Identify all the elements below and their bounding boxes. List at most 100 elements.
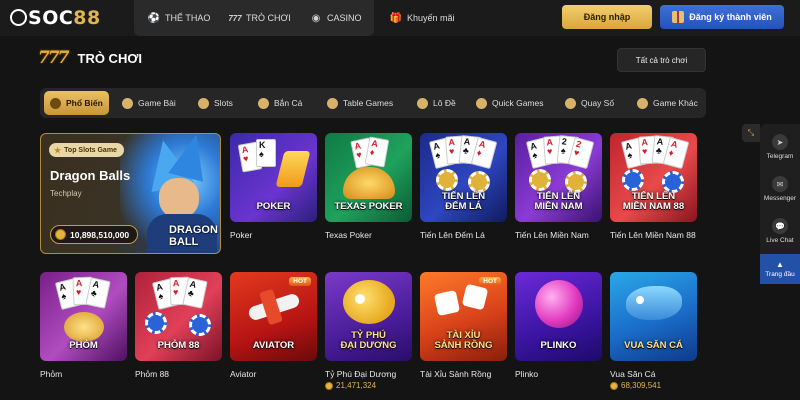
game-jackpot-value: 68,309,541 (621, 381, 662, 390)
nav-games[interactable]: 777 TRÒ CHƠI (228, 0, 291, 36)
game-tile-tien-len-mien-nam[interactable]: A ♠ A ♥ 2 ♠ 2 ♥ TIẾN LÊN MIỀN NAM Tiến Lên M… (515, 133, 602, 240)
register-button-label: Đăng ký thành viên (689, 12, 772, 22)
tab-label: Slots (214, 98, 233, 108)
game-thumbnail: HOT TÀI XỈU SẢNH RỒNG (420, 272, 507, 361)
coin-icon (325, 381, 333, 390)
telegram-icon: ➤ (772, 134, 788, 150)
slot-machine-icon (198, 97, 209, 109)
tab-label: Lô Đề (433, 98, 456, 108)
login-button[interactable]: Đăng nhập (562, 5, 652, 29)
slot-777-icon: 777 (228, 13, 242, 23)
game-name: Texas Poker (325, 230, 372, 240)
tab-other-games[interactable]: Game Khác (631, 91, 704, 115)
blue-chip-icon (189, 314, 211, 336)
game-tile-phom[interactable]: A ♠ A ♥ A ♣ PHỎM Phỏm (40, 272, 127, 379)
game-thumbnail: A ♥ A ♦ TEXAS POKER (325, 133, 412, 222)
draw-ball-icon (565, 97, 576, 109)
game-thumbnail: A ♠ A ♥ 2 ♠ 2 ♥ TIẾN LÊN MIỀN NAM (515, 133, 602, 222)
tab-fishing[interactable]: Bắn Cá (252, 91, 308, 115)
game-art-label: PLINKO (540, 340, 577, 352)
tab-number-draw[interactable]: Quay Số (559, 91, 620, 115)
side-messenger-label: Messenger (763, 195, 797, 202)
game-tile-vua-san-ca[interactable]: VUA SĂN CÁ Vua Săn Cá 68,309,541 (610, 272, 697, 390)
game-thumbnail: PLINKO (515, 272, 602, 361)
game-tile-poker[interactable]: A ♥ K ♠ POKER Poker (230, 133, 317, 240)
featured-jackpot-value: 10,898,510,000 (70, 229, 130, 240)
game-tile-texas-poker[interactable]: A ♥ A ♦ TEXAS POKER Texas Poker (325, 133, 412, 240)
game-tile-phom-88[interactable]: A ♠ A ♥ A ♣ PHỎM 88 Phỏm 88 (135, 272, 222, 379)
tab-label: Quay Số (581, 98, 615, 108)
nav-casino[interactable]: ◉ CASINO (310, 0, 362, 36)
game-name: Poker (230, 230, 253, 240)
tab-popular[interactable]: Phổ Biến (44, 91, 109, 115)
game-thumbnail: HOT AVIATOR (230, 272, 317, 361)
tab-lottery[interactable]: Lô Đề (411, 91, 462, 115)
featured-title: Dragon Balls (50, 168, 131, 183)
shark-icon (626, 286, 682, 320)
back-to-top-button[interactable]: ▲ Trang đầu (760, 254, 800, 284)
game-thumbnail: TỶ PHÚ ĐẠI DƯƠNG (325, 272, 412, 361)
game-tile-tien-len-dem-la[interactable]: A ♠ A ♥ A ♣ A ♦ TIẾN LÊN ĐẾM LÁ Tiến Lên Đếm… (420, 133, 507, 240)
nav-games-label: TRÒ CHƠI (246, 13, 291, 23)
controller-icon (637, 97, 648, 109)
dice-icon (433, 289, 461, 317)
login-button-label: Đăng nhập (583, 12, 631, 22)
all-games-button[interactable]: Tất cả trò chơi (617, 48, 706, 72)
game-tile-plinko[interactable]: PLINKO Plinko (515, 272, 602, 379)
game-tile-aviator[interactable]: HOT AVIATOR Aviator (230, 272, 317, 379)
heart-emblem-icon (64, 312, 104, 342)
nav-promotions[interactable]: 🎁 Khuyến mãi (390, 0, 455, 36)
casino-chip-icon: ◉ (311, 12, 321, 24)
section-header: 777 TRÒ CHƠI (38, 48, 142, 68)
game-tile-ty-phu-dai-duong[interactable]: TỶ PHÚ ĐẠI DƯƠNG Tỷ Phú Đại Dương 21,471… (325, 272, 412, 390)
game-name: Phỏm (40, 369, 63, 379)
table-icon (327, 97, 338, 109)
lightning-icon (275, 151, 311, 187)
game-thumbnail: A ♠ A ♥ A ♣ PHỎM 88 (135, 272, 222, 361)
logo-number: 88 (73, 7, 101, 29)
game-art-label: VUA SĂN CÁ (624, 340, 683, 352)
side-messenger[interactable]: ✉ Messenger (760, 176, 800, 202)
side-live-chat[interactable]: 💬 Live Chat (760, 218, 800, 244)
tab-table-games[interactable]: Table Games (321, 91, 399, 115)
site-logo[interactable]: SOC88 (10, 7, 101, 29)
game-tile-tai-xiu-sanh-rong[interactable]: HOT TÀI XỈU SẢNH RỒNG Tài Xỉu Sảnh Rồng (420, 272, 507, 379)
tab-quick-games[interactable]: Quick Games (470, 91, 550, 115)
coin-icon (55, 229, 66, 240)
nav-casino-label: CASINO (327, 13, 362, 23)
game-thumbnail: A ♠ A ♥ A ♣ A ♦ TIẾN LÊN MIỀN NAM 88 (610, 133, 697, 222)
category-tabs: Phổ Biến Game Bài Slots Bắn Cá Table Gam… (40, 88, 706, 118)
logo-letter: S (28, 7, 43, 29)
tab-label: Table Games (343, 98, 394, 108)
game-art-label: TỶ PHÚ ĐẠI DƯƠNG (340, 330, 397, 352)
game-art-label: TÀI XỈU SẢNH RỒNG (434, 330, 493, 352)
game-thumbnail: VUA SĂN CÁ (610, 272, 697, 361)
tab-slots[interactable]: Slots (192, 91, 239, 115)
game-jackpot: 21,471,324 (325, 381, 412, 390)
collapse-panel-button[interactable]: ⤡ (742, 124, 760, 142)
game-thumbnail: A ♠ A ♥ A ♣ PHỎM (40, 272, 127, 361)
side-live-chat-label: Live Chat (766, 237, 794, 244)
game-name: Aviator (230, 369, 257, 379)
game-name: Tiến Lên Miền Nam 88 (610, 230, 696, 240)
tab-label: Game Khác (653, 98, 698, 108)
game-tile-tien-len-mien-nam-88[interactable]: A ♠ A ♥ A ♣ A ♦ TIẾN LÊN MIỀN NAM 88 Tiến Lê… (610, 133, 697, 240)
tab-card-games[interactable]: Game Bài (116, 91, 182, 115)
gift-icon (672, 11, 685, 23)
plinko-ball-icon (535, 280, 583, 328)
nav-sports[interactable]: ⚽ THỂ THAO (148, 0, 211, 36)
game-art-label: PHỎM 88 (157, 340, 200, 352)
top-header: SOC88 ⚽ THỂ THAO 777 TRÒ CHƠI ◉ CASINO 🎁… (0, 0, 800, 36)
game-jackpot: 68,309,541 (610, 381, 697, 390)
register-button[interactable]: Đăng ký thành viên (660, 5, 784, 29)
featured-badge: ★ Top Slots Game (49, 143, 124, 157)
back-to-top-label: Trang đầu (765, 271, 795, 278)
playing-card-icon: A ♣ (182, 277, 208, 309)
side-telegram[interactable]: ➤ Telegram (760, 134, 800, 160)
game-art-label: AVIATOR (252, 340, 295, 352)
tab-label: Bắn Cá (274, 98, 303, 108)
quick-game-icon (476, 97, 487, 109)
game-art-label: POKER (256, 201, 291, 213)
featured-game-card[interactable]: ★ Top Slots Game Dragon Balls Techplay D… (40, 133, 221, 254)
gift-icon: 🎁 (389, 12, 403, 24)
